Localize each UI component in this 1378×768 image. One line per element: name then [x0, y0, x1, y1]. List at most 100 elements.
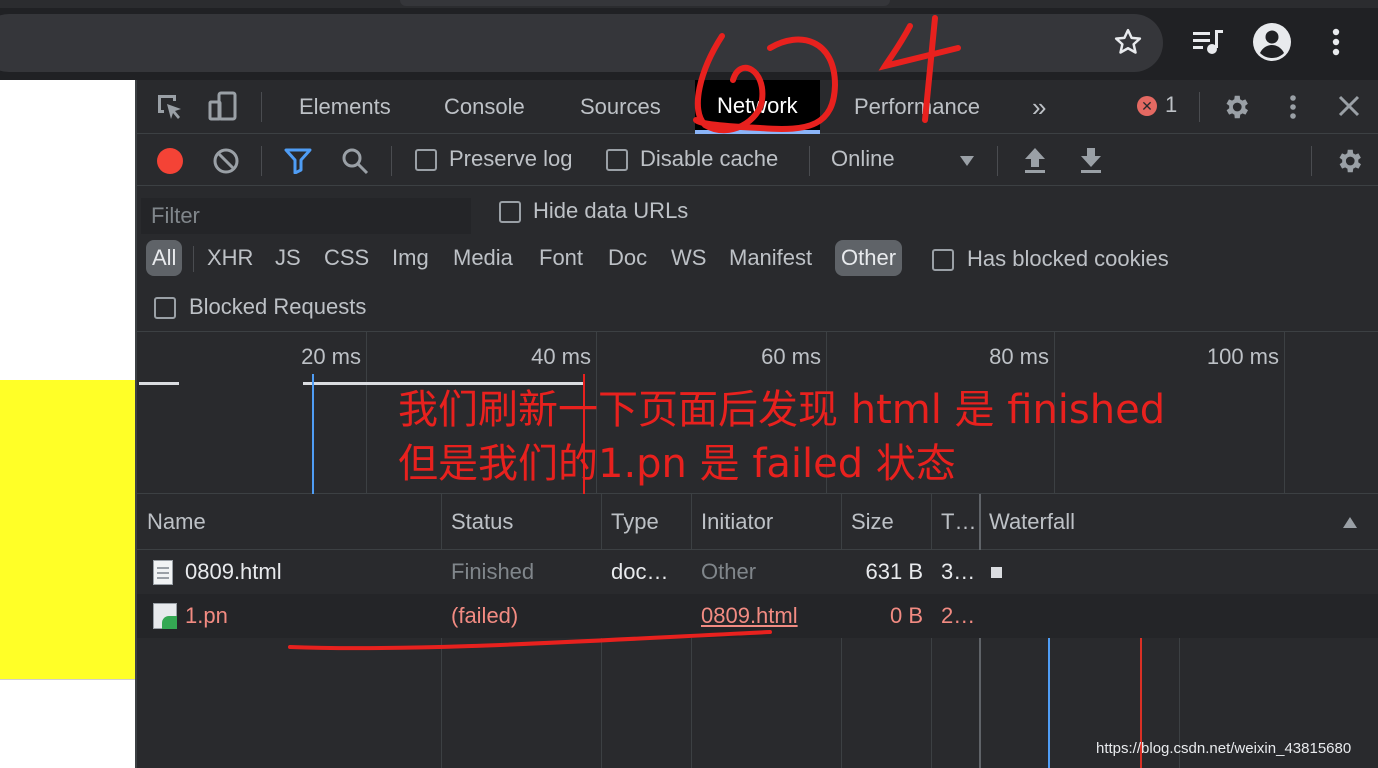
requests-table-header: Name Status Type Initiator Size T… Water… — [137, 494, 1378, 550]
table-row[interactable]: 1.pn (failed) 0809.html 0 B 2… — [137, 594, 1378, 638]
tick-label: 80 ms — [989, 344, 1049, 369]
column-initiator[interactable]: Initiator — [701, 494, 773, 550]
type-filter-media[interactable]: Media — [447, 240, 519, 276]
request-time: 3… — [941, 559, 976, 584]
column-waterfall[interactable]: Waterfall — [989, 494, 1075, 550]
type-filter-css[interactable]: CSS — [318, 240, 375, 276]
annotation-line-1: 我们刷新一下页面后发现 html 是 finished — [398, 387, 1166, 433]
star-icon[interactable] — [1108, 22, 1148, 62]
waterfall-bar — [991, 567, 1002, 578]
preserve-log-checkbox[interactable] — [415, 149, 437, 171]
separator — [391, 146, 392, 176]
page-viewport — [0, 80, 135, 768]
browser-toolbar — [0, 0, 1378, 80]
customize-menu-icon[interactable] — [1289, 94, 1297, 125]
profile-icon[interactable] — [1251, 21, 1293, 63]
separator — [809, 146, 810, 176]
separator — [997, 146, 998, 176]
column-time[interactable]: T… — [941, 494, 976, 550]
tab-elements[interactable]: Elements — [299, 80, 391, 134]
column-size[interactable]: Size — [851, 494, 894, 550]
media-control-icon[interactable] — [1188, 22, 1228, 62]
disable-cache-checkbox[interactable] — [606, 149, 628, 171]
more-tabs-icon[interactable]: » — [1032, 80, 1046, 134]
column-status[interactable]: Status — [451, 494, 513, 550]
request-status: Finished — [451, 559, 535, 584]
watermark: https://blog.csdn.net/weixin_43815680 — [1096, 740, 1352, 757]
filter-input[interactable]: Filter — [141, 198, 471, 234]
blocked-requests-label[interactable]: Blocked Requests — [189, 294, 366, 320]
devtools-tab-bar: Elements Console Sources Network Perform… — [137, 80, 1378, 134]
device-toolbar-icon[interactable] — [207, 90, 239, 127]
hide-data-urls-label[interactable]: Hide data URLs — [533, 198, 688, 224]
separator — [1311, 146, 1312, 176]
type-filter-js[interactable]: JS — [269, 240, 307, 276]
sort-ascending-icon[interactable] — [1342, 516, 1358, 534]
tick-label: 100 ms — [1206, 344, 1279, 369]
request-type: doc… — [611, 559, 669, 584]
grid-line — [366, 332, 367, 494]
request-size: 631 B — [865, 559, 924, 584]
record-icon[interactable] — [157, 148, 183, 174]
separator — [261, 146, 262, 176]
network-toolbar: Preserve log Disable cache Online — [137, 134, 1378, 186]
close-devtools-icon[interactable] — [1337, 94, 1361, 123]
error-icon[interactable]: ✕ — [1137, 96, 1157, 116]
import-har-icon[interactable] — [1022, 146, 1048, 179]
active-tab-edge — [400, 0, 890, 6]
dom-content-loaded-marker — [312, 374, 314, 494]
settings-gear-icon[interactable] — [1221, 92, 1251, 127]
has-blocked-cookies-checkbox[interactable] — [932, 249, 954, 271]
overview-bar — [139, 382, 179, 385]
tick-label: 40 ms — [531, 344, 591, 369]
hide-data-urls-checkbox[interactable] — [499, 201, 521, 223]
request-time: 2… — [941, 603, 976, 628]
tab-network[interactable]: Network — [695, 80, 820, 134]
error-count[interactable]: 1 — [1165, 92, 1177, 118]
column-name[interactable]: Name — [147, 494, 206, 550]
type-filter-img[interactable]: Img — [386, 240, 435, 276]
network-settings-icon[interactable] — [1334, 146, 1364, 181]
tick-label: 60 ms — [761, 344, 821, 369]
document-icon — [153, 560, 173, 585]
request-name[interactable]: 0809.html — [185, 550, 282, 594]
chevron-down-icon[interactable] — [959, 154, 975, 172]
address-bar[interactable] — [0, 14, 1163, 72]
has-blocked-cookies-label[interactable]: Has blocked cookies — [967, 246, 1169, 272]
tab-console[interactable]: Console — [444, 80, 525, 134]
annotation-line-2: 但是我们的1.pn 是 failed 状态 — [398, 441, 956, 487]
request-name[interactable]: 1.pn — [185, 594, 228, 638]
yellow-block — [0, 380, 135, 680]
request-status: (failed) — [451, 603, 519, 628]
column-type[interactable]: Type — [611, 494, 659, 550]
search-icon[interactable] — [341, 147, 369, 180]
type-filter-all[interactable]: All — [146, 240, 183, 276]
separator — [193, 246, 194, 272]
request-initiator: Other — [701, 559, 757, 584]
throttling-select[interactable]: Online — [831, 146, 895, 172]
tick-label: 20 ms — [301, 344, 361, 369]
type-filter-ws[interactable]: WS — [665, 240, 712, 276]
image-file-icon — [153, 603, 177, 629]
type-filter-doc[interactable]: Doc — [602, 240, 653, 276]
initiator-link[interactable]: 0809.html — [701, 594, 798, 638]
clear-icon[interactable] — [212, 147, 240, 180]
type-filter-other[interactable]: Other — [835, 240, 903, 276]
export-har-icon[interactable] — [1078, 146, 1104, 179]
preserve-log-label[interactable]: Preserve log — [449, 146, 573, 172]
filter-icon[interactable] — [284, 148, 312, 179]
separator — [261, 92, 262, 122]
tab-performance[interactable]: Performance — [854, 80, 980, 134]
request-size: 0 B — [889, 603, 923, 628]
grid-line — [1284, 332, 1285, 494]
disable-cache-label[interactable]: Disable cache — [640, 146, 778, 172]
inspect-element-icon[interactable] — [155, 92, 185, 127]
separator — [1199, 92, 1200, 122]
table-row[interactable]: 0809.html Finished doc… Other 631 B 3… — [137, 550, 1378, 594]
more-vertical-icon[interactable] — [1318, 22, 1354, 62]
blocked-requests-checkbox[interactable] — [154, 297, 176, 319]
tab-sources[interactable]: Sources — [580, 80, 661, 134]
type-filter-font[interactable]: Font — [533, 240, 589, 276]
type-filter-xhr[interactable]: XHR — [201, 240, 259, 276]
type-filter-manifest[interactable]: Manifest — [723, 240, 818, 276]
